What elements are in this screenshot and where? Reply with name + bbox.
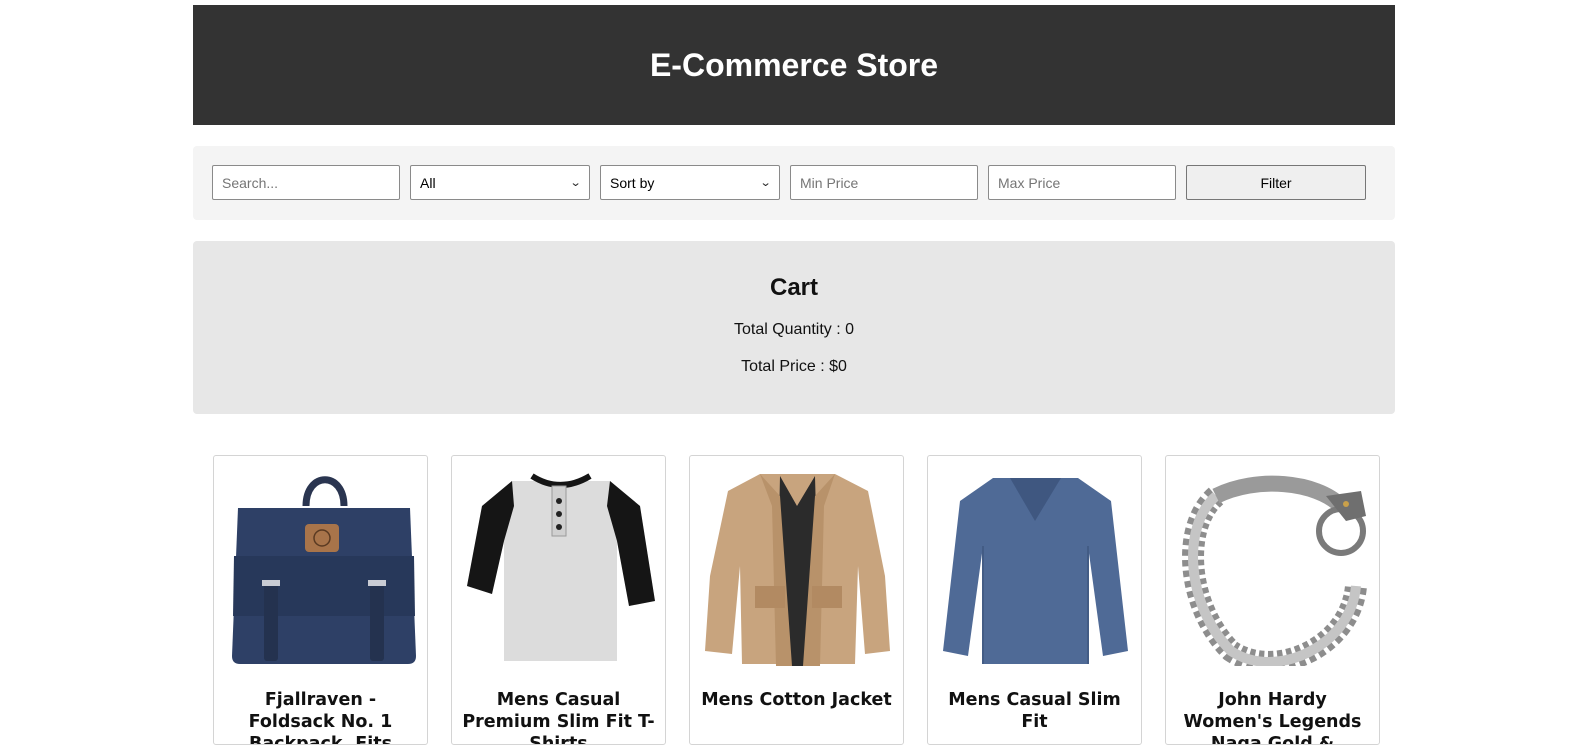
cart-total-quantity: Total Quantity : 0 xyxy=(733,321,855,338)
product-card[interactable]: Mens Casual Premium Slim Fit T-Shirts xyxy=(451,455,666,745)
cart-panel: Cart Total Quantity : 0 Total Price : $0 xyxy=(193,241,1395,414)
search-input[interactable]: Search... xyxy=(212,165,400,200)
product-card[interactable]: Fjallraven - Foldsack No. 1 Backpack, Fi… xyxy=(213,455,428,745)
product-card[interactable]: Mens Casual Slim Fit xyxy=(927,455,1142,745)
cart-title: Cart xyxy=(769,274,818,301)
max-price-input[interactable]: Max Price xyxy=(988,165,1176,200)
cart-total-price: Total Price : $0 xyxy=(741,358,847,375)
category-select[interactable]: All ⌄ xyxy=(410,165,590,200)
backpack-image[interactable] xyxy=(224,466,419,666)
search-placeholder: Search... xyxy=(222,174,279,191)
min-price-placeholder: Min Price xyxy=(800,174,859,191)
jacket-image[interactable] xyxy=(700,466,895,666)
filter-bar: Search... All ⌄ Sort by ⌄ Min Price Max … xyxy=(193,146,1395,220)
site-header: E-Commerce Store xyxy=(193,5,1395,125)
product-name[interactable]: John Hardy Women's Legends Naga Gold & xyxy=(1174,689,1371,744)
tshirt-image[interactable] xyxy=(462,466,657,666)
product-name[interactable]: Mens Cotton Jacket xyxy=(698,689,895,711)
sort-selected-value: Sort by xyxy=(610,174,655,191)
sweater-image[interactable] xyxy=(938,466,1133,666)
product-name[interactable]: Mens Casual Premium Slim Fit T-Shirts xyxy=(460,689,657,744)
chevron-down-icon: ⌄ xyxy=(759,177,772,189)
max-price-placeholder: Max Price xyxy=(998,174,1061,191)
category-selected-value: All xyxy=(420,174,436,191)
filter-button[interactable]: Filter xyxy=(1186,165,1366,200)
bracelet-image[interactable] xyxy=(1176,466,1371,666)
chevron-down-icon: ⌄ xyxy=(569,177,582,189)
product-name[interactable]: Fjallraven - Foldsack No. 1 Backpack, Fi… xyxy=(222,689,419,744)
filter-button-label: Filter xyxy=(1260,174,1292,191)
product-card[interactable]: John Hardy Women's Legends Naga Gold & xyxy=(1165,455,1380,745)
product-card[interactable]: Mens Cotton Jacket xyxy=(689,455,904,745)
page-title: E-Commerce Store xyxy=(649,46,939,83)
sort-select[interactable]: Sort by ⌄ xyxy=(600,165,780,200)
product-name[interactable]: Mens Casual Slim Fit xyxy=(936,689,1133,733)
min-price-input[interactable]: Min Price xyxy=(790,165,978,200)
